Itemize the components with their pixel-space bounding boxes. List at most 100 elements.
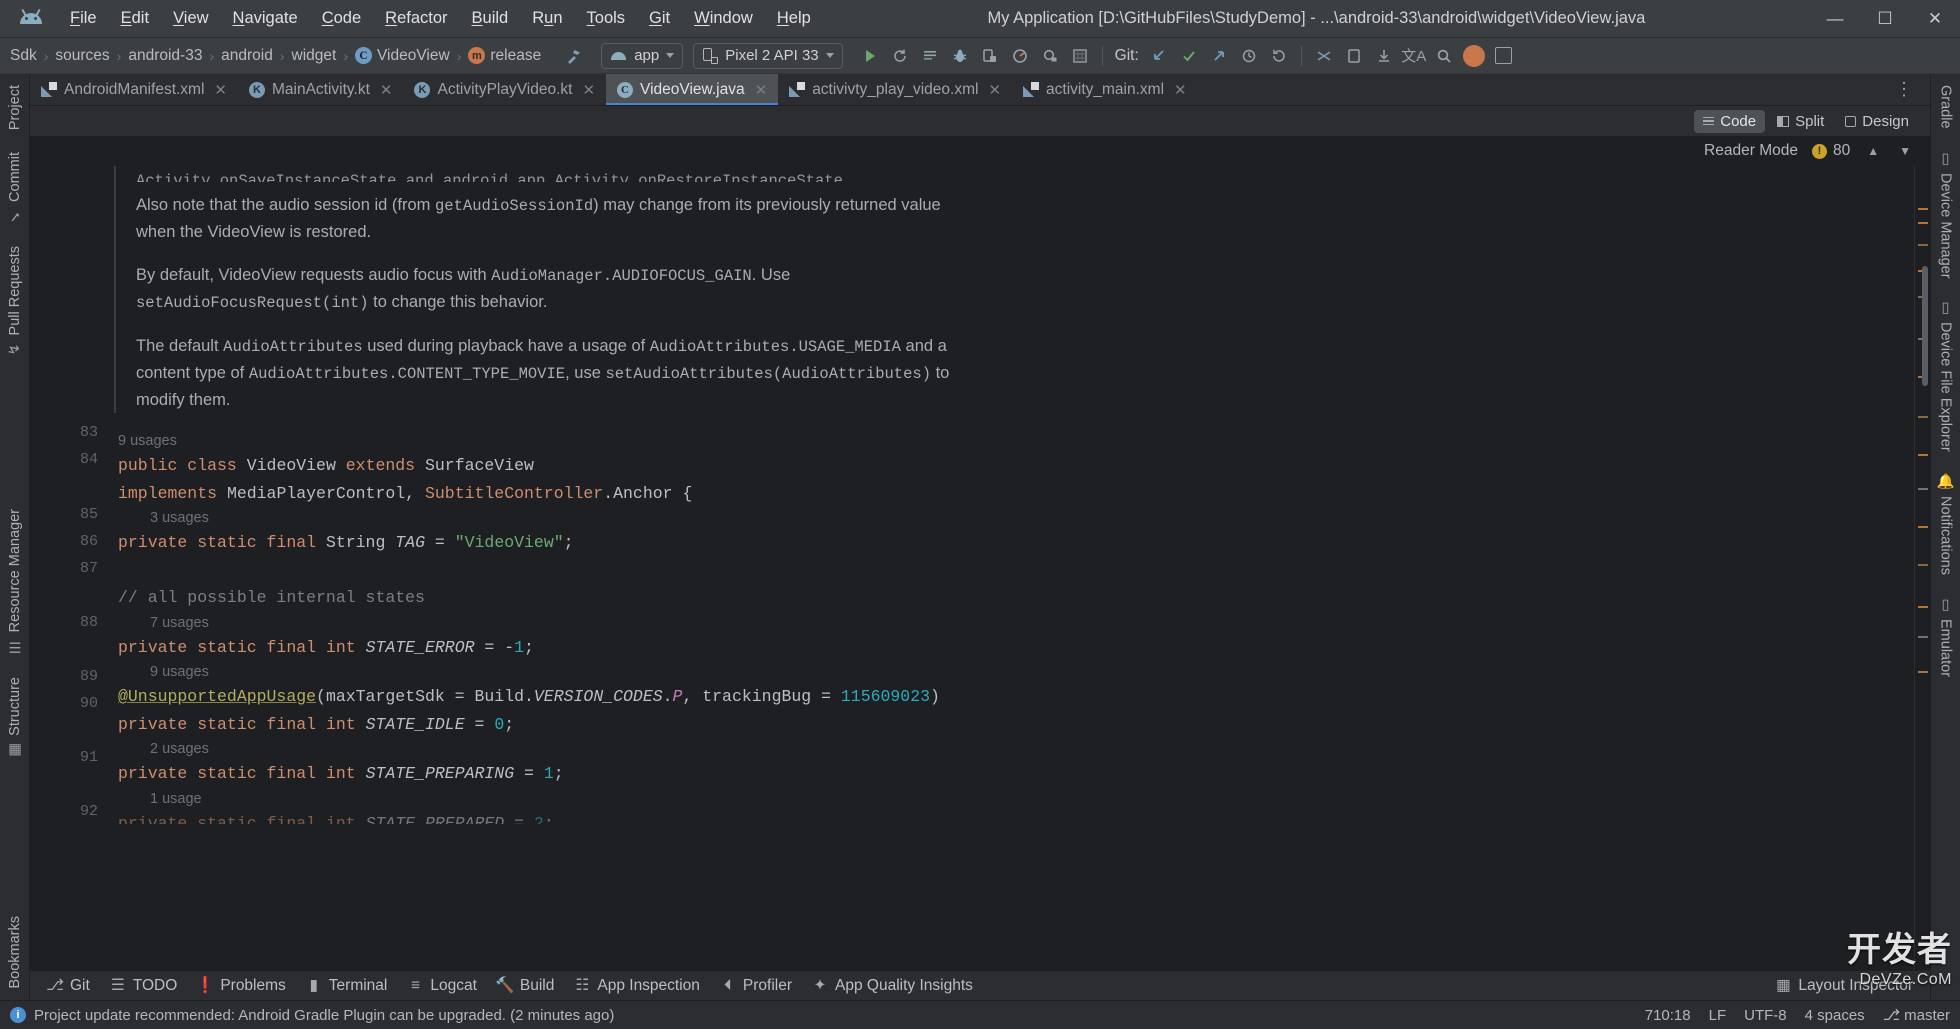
chevron-down-icon[interactable]: ▼ — [1896, 144, 1914, 158]
close-tab-icon[interactable]: ✕ — [214, 81, 227, 99]
device-manager-icon[interactable] — [975, 43, 1005, 69]
close-tab-icon[interactable]: ✕ — [988, 81, 1001, 99]
git-commit-icon[interactable] — [1174, 43, 1204, 69]
layout-inspector-icon[interactable] — [1065, 43, 1095, 69]
breadcrumb-item-android-33[interactable]: android-33 — [124, 45, 206, 67]
tab-mainactivity-kt[interactable]: K MainActivity.kt ✕ — [238, 74, 403, 105]
logcat-icon[interactable] — [915, 43, 945, 69]
apply-changes-icon[interactable] — [885, 43, 915, 69]
menu-git[interactable]: Git — [637, 3, 682, 34]
usages-hint[interactable]: 1 usage — [118, 788, 1914, 810]
search-icon[interactable] — [1429, 43, 1459, 69]
git-history-icon[interactable] — [1234, 43, 1264, 69]
tool-window-profiler[interactable]: ⏴ Profiler — [711, 974, 801, 998]
tool-window-logcat[interactable]: ≡ Logcat — [398, 974, 486, 998]
inspection-warning-widget[interactable]: ! 80 — [1811, 142, 1850, 160]
breadcrumb-item-videoview[interactable]: C VideoView — [351, 45, 454, 67]
tool-window-app-quality-insights[interactable]: ✦ App Quality Insights — [803, 974, 982, 998]
device-selector[interactable]: Pixel 2 API 33 — [693, 42, 843, 69]
tool-window-build[interactable]: 🔨 Build — [488, 974, 563, 998]
bookmark-icon[interactable] — [1339, 43, 1369, 69]
sidebar-item-gradle[interactable]: Gradle — [1938, 74, 1954, 140]
maximize-button[interactable]: ☐ — [1860, 0, 1910, 38]
status-message[interactable]: i Project update recommended: Android Gr… — [10, 1007, 614, 1024]
menu-edit[interactable]: Edit — [109, 3, 161, 34]
menu-tools[interactable]: Tools — [575, 3, 638, 34]
sidebar-item-emulator[interactable]: ▯ Emulator — [1938, 586, 1954, 688]
view-mode-split[interactable]: Split — [1768, 110, 1833, 133]
view-mode-code[interactable]: Code — [1694, 109, 1766, 133]
search-everywhere-icon[interactable] — [1309, 43, 1339, 69]
code-content[interactable]: Activity.onSaveInstanceState and android… — [108, 166, 1914, 970]
run-configuration-selector[interactable]: app — [601, 42, 684, 69]
breadcrumb-item-android[interactable]: android — [217, 45, 277, 67]
sidebar-item-resource-manager[interactable]: ☰ Resource Manager — [7, 498, 23, 665]
error-stripe-marker-column[interactable] — [1914, 166, 1930, 970]
close-tab-icon[interactable]: ✕ — [380, 81, 393, 99]
avatar[interactable] — [1459, 43, 1489, 69]
file-encoding[interactable]: UTF-8 — [1744, 1007, 1787, 1024]
tool-window-git[interactable]: ⎇ Git — [38, 974, 99, 998]
scrollbar-thumb[interactable] — [1922, 266, 1928, 386]
tool-window-todo[interactable]: ☰ TODO — [101, 974, 187, 998]
run-button[interactable] — [855, 43, 885, 69]
tab-videoview-java[interactable]: C VideoView.java ✕ — [606, 74, 779, 105]
menu-window[interactable]: Window — [682, 3, 765, 34]
breadcrumb-item-widget[interactable]: widget — [288, 45, 341, 67]
menu-build[interactable]: Build — [460, 3, 521, 34]
indent-setting[interactable]: 4 spaces — [1805, 1007, 1865, 1024]
breadcrumb-item-sdk[interactable]: Sdk — [6, 45, 41, 67]
usages-hint[interactable]: 2 usages — [118, 738, 1914, 760]
tab-activityplayvideo-kt[interactable]: K ActivityPlayVideo.kt ✕ — [403, 74, 606, 105]
line-separator[interactable]: LF — [1709, 1007, 1727, 1024]
sidebar-item-project[interactable]: Project — [7, 74, 23, 141]
breadcrumb-item-release[interactable]: m release — [464, 45, 545, 67]
tab-androidmanifest-xml[interactable]: AndroidManifest.xml ✕ — [30, 74, 238, 105]
app-inspection-icon[interactable] — [1035, 43, 1065, 69]
menu-navigate[interactable]: Navigate — [221, 3, 310, 34]
menu-code[interactable]: Code — [310, 3, 373, 34]
line-number-gutter[interactable]: 83 84 85 86 87 88 89 90 91 92 — [30, 166, 108, 970]
sidebar-item-notifications[interactable]: 🔔 Notifications — [1937, 463, 1954, 586]
caret-position[interactable]: 710:18 — [1645, 1007, 1691, 1024]
code-editor[interactable]: 83 84 85 86 87 88 89 90 91 92 Activity.o… — [30, 166, 1930, 970]
profiler-icon[interactable] — [1005, 43, 1035, 69]
git-update-icon[interactable] — [1144, 43, 1174, 69]
reader-mode-label[interactable]: Reader Mode — [1704, 142, 1798, 160]
close-tab-icon[interactable]: ✕ — [755, 81, 768, 99]
git-branch-widget[interactable]: ⎇ master — [1883, 1006, 1950, 1024]
sidebar-item-pull-requests[interactable]: ↯ Pull Requests — [7, 235, 23, 368]
tool-window-layout-inspector[interactable]: ▦ Layout Inspector — [1766, 974, 1922, 998]
tool-window-problems[interactable]: ❗ Problems — [188, 974, 294, 998]
usages-hint[interactable]: 9 usages — [118, 661, 1914, 683]
hammer-icon[interactable] — [559, 43, 589, 69]
chevron-up-icon[interactable]: ▲ — [1864, 144, 1882, 158]
git-rollback-icon[interactable] — [1264, 43, 1294, 69]
tab-activivty-play-video-xml[interactable]: activivty_play_video.xml ✕ — [778, 74, 1012, 105]
close-tab-icon[interactable]: ✕ — [1174, 81, 1187, 99]
sidebar-item-bookmarks[interactable]: Bookmarks — [7, 898, 23, 1000]
menu-help[interactable]: Help — [765, 3, 823, 34]
sidebar-item-structure[interactable]: ▦ Structure — [7, 666, 23, 769]
tool-window-app-inspection[interactable]: ☷ App Inspection — [565, 974, 709, 998]
close-tab-icon[interactable]: ✕ — [582, 81, 595, 99]
usages-hint[interactable]: 9 usages — [118, 430, 1914, 452]
settings-icon[interactable] — [1489, 43, 1519, 69]
view-mode-design[interactable]: Design — [1836, 110, 1918, 133]
menu-view[interactable]: View — [161, 3, 220, 34]
close-button[interactable]: ✕ — [1910, 0, 1960, 38]
translate-icon[interactable]: 文A — [1399, 43, 1429, 69]
editor-scrollbar[interactable] — [1920, 166, 1930, 970]
breadcrumb-item-sources[interactable]: sources — [51, 45, 113, 67]
menu-file[interactable]: File — [58, 3, 109, 34]
minimize-button[interactable]: — — [1810, 0, 1860, 38]
menu-refactor[interactable]: Refactor — [373, 3, 459, 34]
more-options-icon[interactable]: ⋮ — [1887, 79, 1922, 100]
usages-hint[interactable]: 3 usages — [118, 507, 1914, 529]
debug-icon[interactable] — [945, 43, 975, 69]
sidebar-item-device-manager[interactable]: ▯ Device Manager — [1938, 140, 1954, 290]
tab-activity-main-xml[interactable]: activity_main.xml ✕ — [1012, 74, 1198, 105]
tool-window-terminal[interactable]: ▮ Terminal — [297, 974, 397, 998]
menu-run[interactable]: Run — [520, 3, 574, 34]
git-push-icon[interactable] — [1204, 43, 1234, 69]
